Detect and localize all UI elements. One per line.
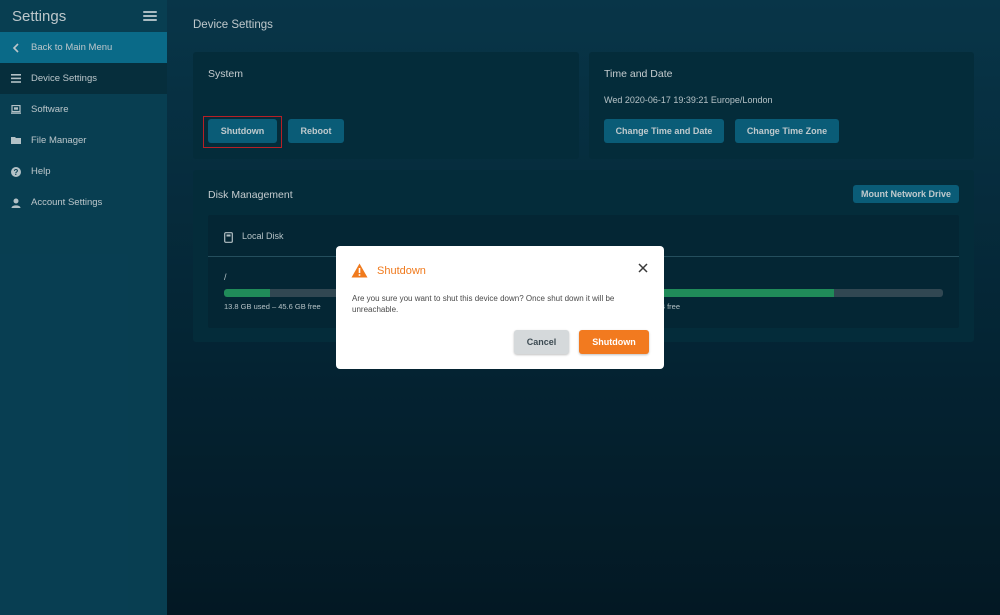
- dialog-message: Are you sure you want to shut this devic…: [352, 294, 615, 314]
- shutdown-dialog: Shutdown Are you sure you want to shut t…: [336, 246, 664, 369]
- cancel-button[interactable]: Cancel: [514, 330, 569, 354]
- warning-icon: [351, 263, 368, 283]
- dialog-title: Shutdown: [377, 265, 426, 277]
- close-icon[interactable]: [637, 261, 649, 273]
- confirm-shutdown-button[interactable]: Shutdown: [579, 330, 649, 354]
